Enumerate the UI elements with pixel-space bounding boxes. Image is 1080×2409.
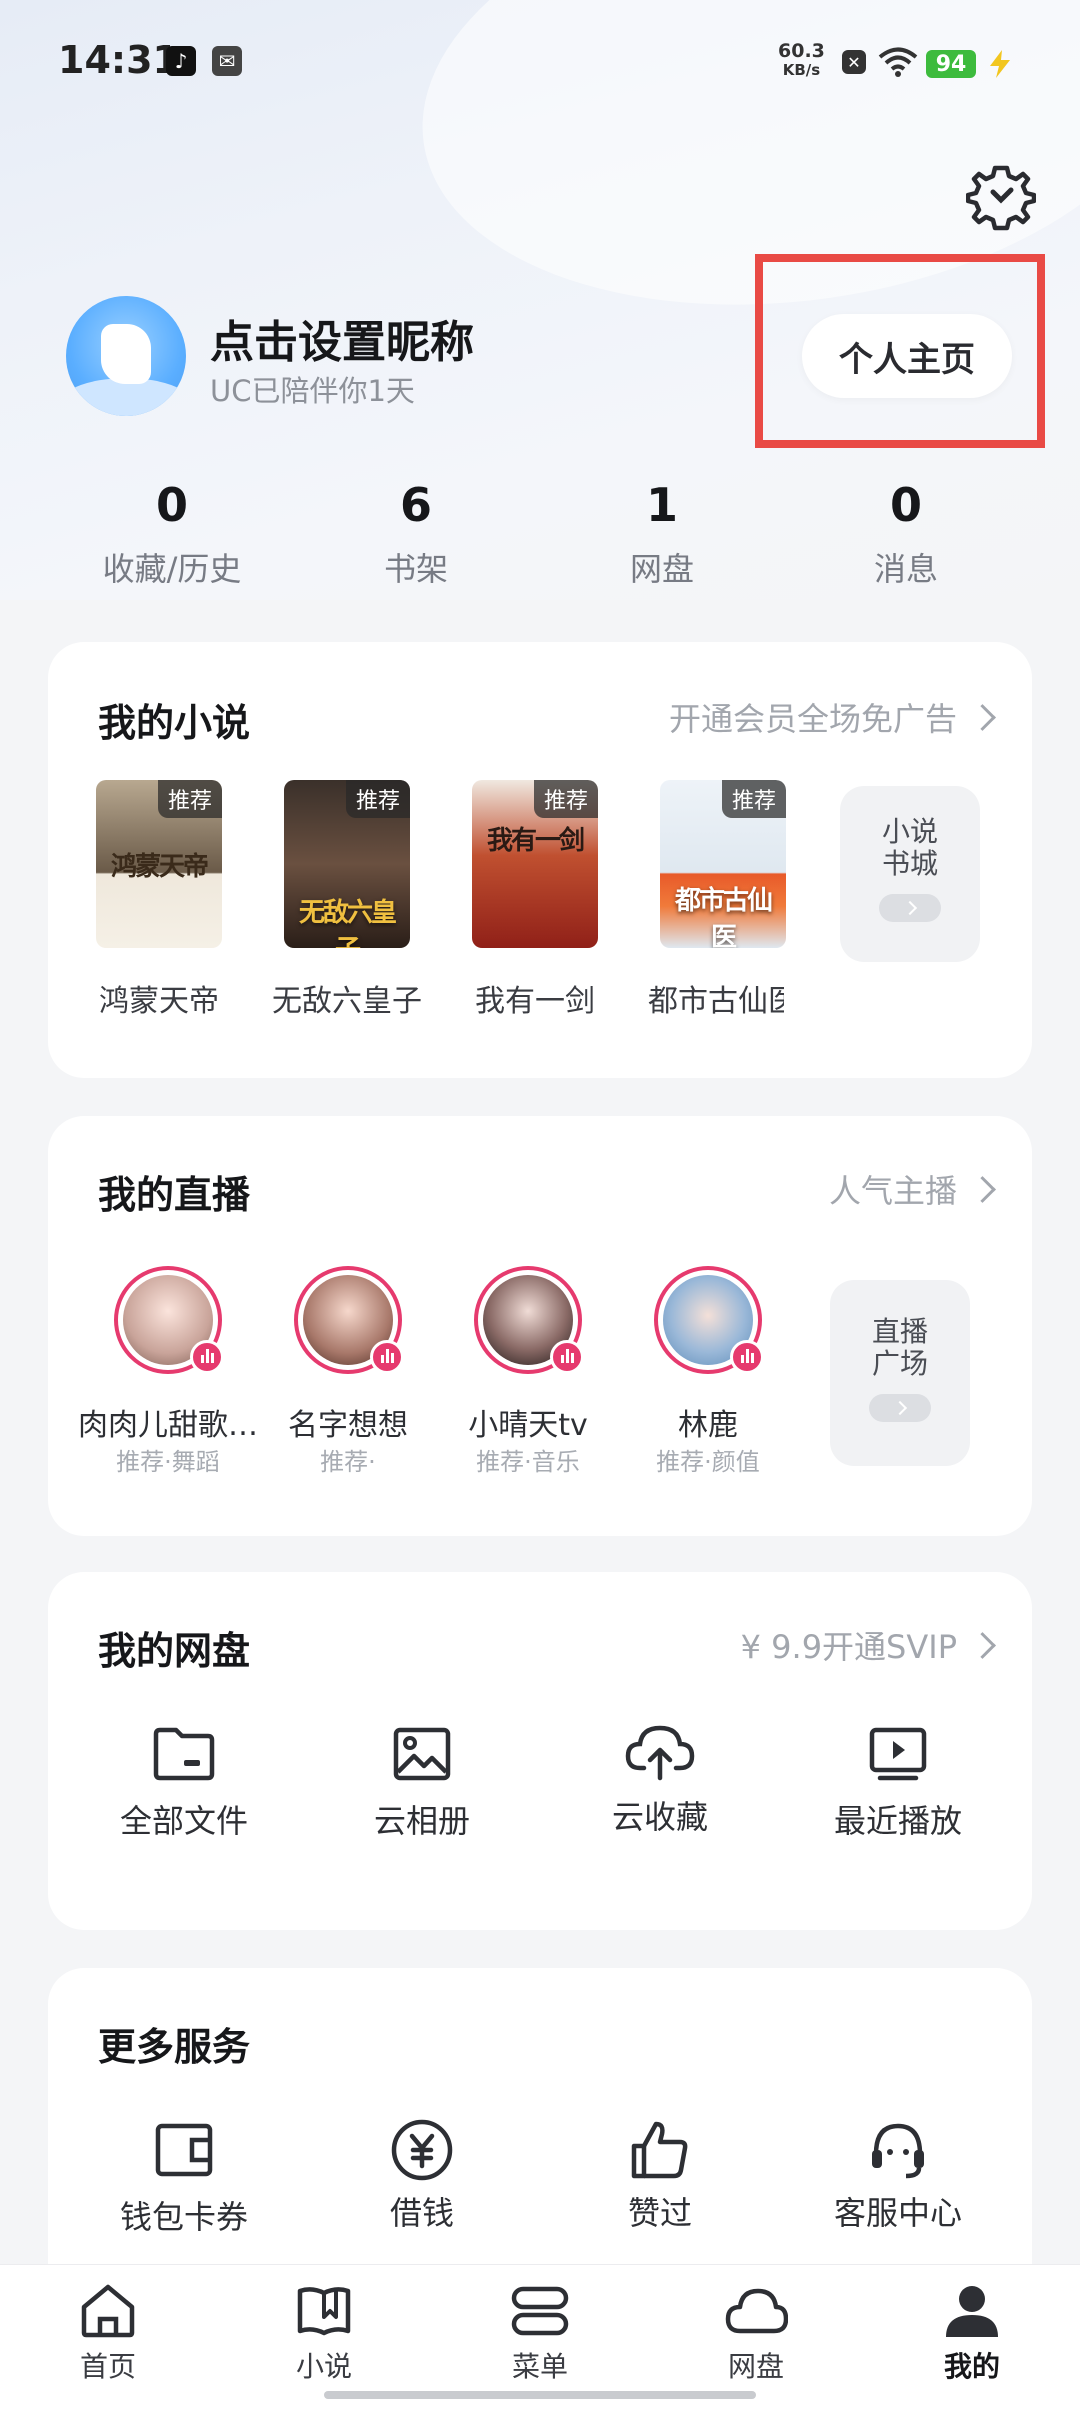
charging-icon bbox=[990, 50, 1010, 78]
service-liked[interactable]: 赞过 bbox=[560, 2118, 760, 2234]
live-indicator-icon bbox=[370, 1340, 404, 1374]
drive-card: 我的网盘 ¥ 9.9开通SVIP 全部文件 云相册 云收藏 最近播放 bbox=[48, 1572, 1032, 1930]
nav-menu[interactable]: 菜单 bbox=[460, 2283, 620, 2385]
battery-indicator: 94 bbox=[926, 50, 976, 78]
service-wallet[interactable]: 钱包卡券 bbox=[84, 2122, 284, 2238]
live-title: 我的直播 bbox=[98, 1173, 251, 1217]
home-icon bbox=[81, 2284, 135, 2338]
streamer-avatar[interactable] bbox=[294, 1266, 404, 1374]
nav-novels[interactable]: 小说 bbox=[244, 2283, 404, 2385]
drive-title: 我的网盘 bbox=[98, 1629, 251, 1673]
nav-drive[interactable]: 网盘 bbox=[676, 2283, 836, 2385]
book-title[interactable]: 都市古仙医 bbox=[648, 976, 784, 1020]
svip-link[interactable]: ¥ 9.9开通SVIP bbox=[741, 1622, 996, 1668]
stat-drive[interactable]: 1 网盘 bbox=[562, 478, 762, 590]
stat-messages[interactable]: 0 消息 bbox=[806, 478, 1006, 590]
novels-title: 我的小说 bbox=[98, 701, 251, 745]
drive-all-files[interactable]: 全部文件 bbox=[84, 1726, 284, 1842]
book-icon bbox=[297, 2287, 351, 2336]
streamer-category: 推荐·颜值 bbox=[656, 1448, 760, 1476]
nickname[interactable]: 点击设置昵称 bbox=[210, 306, 474, 370]
services-title: 更多服务 bbox=[98, 2025, 251, 2069]
services-card: 更多服务 钱包卡券 借钱 赞过 客服中心 bbox=[48, 1968, 1032, 2308]
home-indicator bbox=[324, 2391, 756, 2399]
book-title[interactable]: 无敌六皇子 bbox=[272, 976, 422, 1020]
menu-icon bbox=[511, 2286, 569, 2336]
nav-mine[interactable]: 我的 bbox=[892, 2283, 1052, 2385]
play-screen-icon bbox=[869, 1727, 927, 1781]
drive-recent-play[interactable]: 最近播放 bbox=[798, 1726, 998, 1842]
novels-card: 我的小说 开通会员全场免广告 推荐 鸿蒙天帝 鸿蒙天帝 推荐 无敌六皇子 无敌六… bbox=[48, 642, 1032, 1078]
book-title[interactable]: 我有一剑 bbox=[460, 976, 610, 1020]
avatar[interactable] bbox=[66, 296, 186, 416]
chevron-right-icon bbox=[879, 894, 941, 922]
wallet-icon bbox=[155, 2123, 213, 2177]
live-indicator-icon bbox=[190, 1340, 224, 1374]
streamer-name[interactable]: 小晴天tv bbox=[438, 1400, 618, 1444]
chevron-right-icon bbox=[969, 1175, 996, 1203]
drive-cloud-album[interactable]: 云相册 bbox=[322, 1726, 522, 1842]
accompany-days: UC已陪伴你1天 bbox=[210, 374, 415, 408]
cloud-upload-icon bbox=[625, 1725, 695, 1781]
popular-streamers-link[interactable]: 人气主播 bbox=[829, 1166, 996, 1212]
person-icon bbox=[946, 2286, 998, 2337]
photo-icon bbox=[393, 1727, 451, 1781]
bottom-navigation: 首页 小说 菜单 网盘 我的 bbox=[0, 2264, 1080, 2409]
folder-icon bbox=[153, 1727, 215, 1781]
streamer-category: 推荐·音乐 bbox=[476, 1448, 580, 1476]
live-indicator-icon bbox=[730, 1340, 764, 1374]
book-cover[interactable]: 推荐 鸿蒙天帝 bbox=[96, 780, 222, 948]
streamer-category: 推荐·舞蹈 bbox=[116, 1448, 220, 1476]
tiktok-icon: ♪ bbox=[166, 46, 196, 76]
highlight-box bbox=[755, 254, 1045, 448]
mail-icon: ✉ bbox=[212, 46, 242, 76]
network-speed: 60.3 KB/s bbox=[778, 40, 825, 80]
streamer-name[interactable]: 林鹿 bbox=[618, 1400, 798, 1444]
chevron-right-icon bbox=[869, 1394, 931, 1422]
thumbs-up-icon bbox=[631, 2121, 688, 2179]
streamer-name[interactable]: 肉肉儿甜歌… bbox=[78, 1400, 258, 1444]
streamer-avatar[interactable] bbox=[474, 1266, 584, 1374]
stat-bookshelf[interactable]: 6 书架 bbox=[316, 478, 516, 590]
live-plaza-button[interactable]: 直播 广场 bbox=[830, 1280, 970, 1466]
chevron-right-icon bbox=[969, 703, 996, 731]
book-cover[interactable]: 推荐 我有一剑 bbox=[472, 780, 598, 948]
service-customer-center[interactable]: 客服中心 bbox=[798, 2118, 998, 2234]
streamer-avatar[interactable] bbox=[114, 1266, 224, 1374]
headset-icon bbox=[872, 2123, 924, 2179]
wifi-icon bbox=[878, 47, 918, 77]
novels-vip-link[interactable]: 开通会员全场免广告 bbox=[669, 694, 996, 740]
chevron-right-icon bbox=[969, 1631, 996, 1659]
cloud-icon bbox=[725, 2288, 788, 2334]
nav-home[interactable]: 首页 bbox=[28, 2283, 188, 2385]
drive-cloud-favorites[interactable]: 云收藏 bbox=[560, 1722, 760, 1838]
live-indicator-icon bbox=[550, 1340, 584, 1374]
book-cover[interactable]: 推荐 无敌六皇子 bbox=[284, 780, 410, 948]
live-card: 我的直播 人气主播 肉肉儿甜歌… 推荐·舞蹈 名字想想 推荐· 小晴天tv 推荐… bbox=[48, 1116, 1032, 1536]
no-sim-icon: ✕ bbox=[842, 50, 866, 74]
streamer-category: 推荐· bbox=[320, 1448, 376, 1476]
settings-gear-icon[interactable] bbox=[966, 162, 1036, 232]
book-title[interactable]: 鸿蒙天帝 bbox=[84, 976, 234, 1020]
service-loan[interactable]: 借钱 bbox=[322, 2118, 522, 2234]
streamer-name[interactable]: 名字想想 bbox=[258, 1400, 438, 1444]
streamer-avatar[interactable] bbox=[654, 1266, 764, 1374]
book-cover[interactable]: 推荐 都市古仙医 bbox=[660, 780, 786, 948]
status-time: 14:31 bbox=[58, 38, 179, 82]
stat-history[interactable]: 0 收藏/历史 bbox=[72, 478, 272, 590]
yen-coin-icon bbox=[391, 2119, 453, 2181]
novel-store-button[interactable]: 小说 书城 bbox=[840, 786, 980, 962]
